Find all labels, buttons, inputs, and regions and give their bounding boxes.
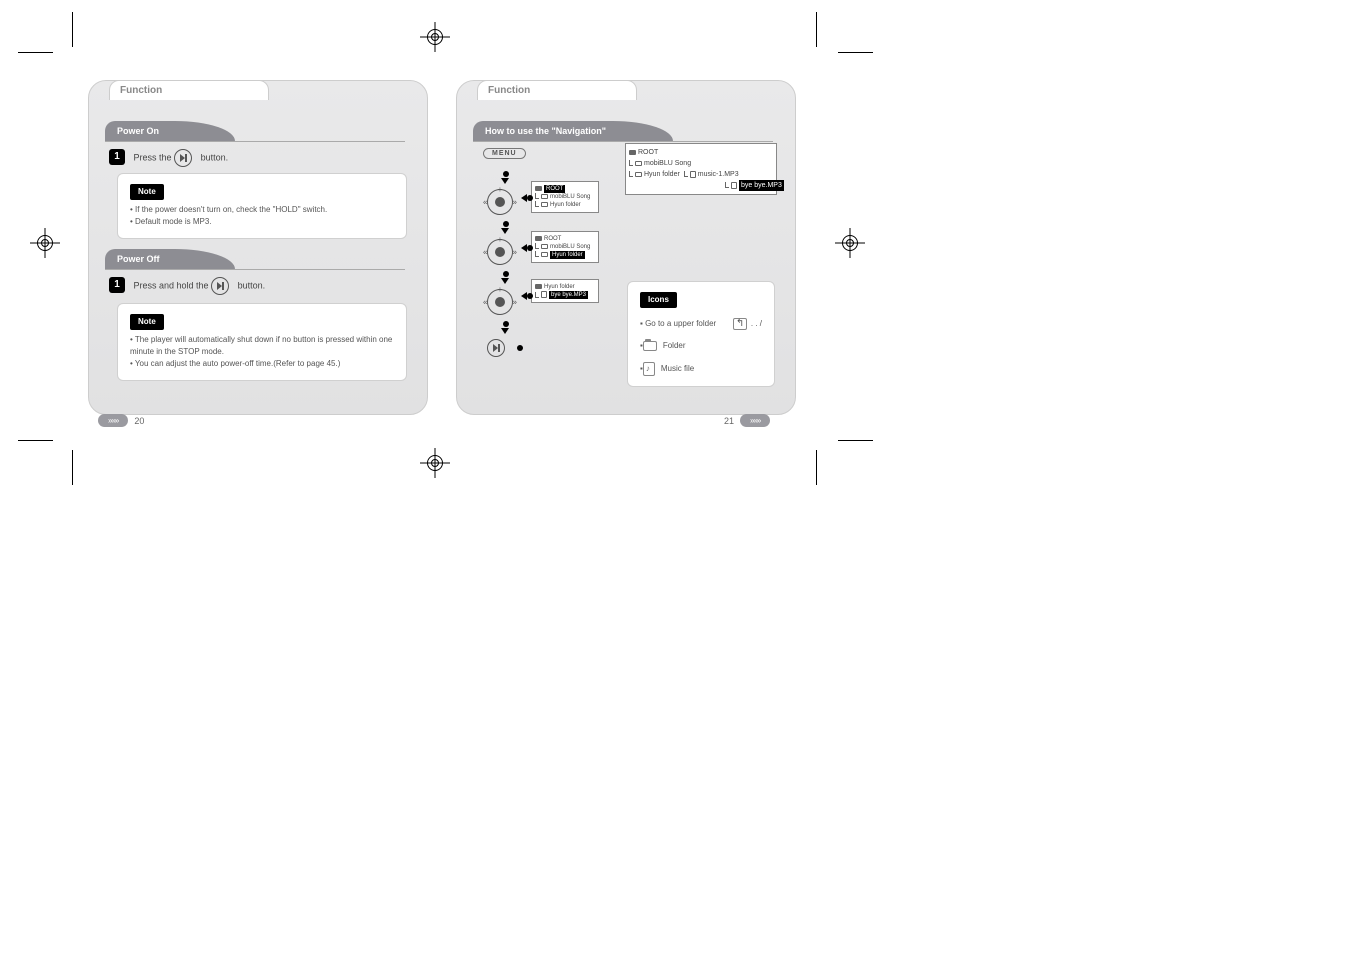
note-box: Note If the power doesn't turn on, check… xyxy=(117,173,407,239)
page-number-right: 21 xyxy=(720,414,770,427)
nav-step-menu: MENU xyxy=(483,147,526,159)
tree-item: Hyun folder xyxy=(550,202,581,208)
crop-mark xyxy=(816,450,817,485)
nav-pad-icon: +−«» xyxy=(485,287,515,317)
flow-dot-icon xyxy=(503,221,509,227)
arrow-left-icon xyxy=(519,193,533,204)
page-card-left: Function Power On 1 Press the button. No… xyxy=(88,80,428,415)
note-label: Note xyxy=(130,184,164,200)
music-file-icon xyxy=(643,362,655,376)
up-folder-icon xyxy=(733,318,747,330)
flow-dot-icon xyxy=(503,271,509,277)
page-number: 21 xyxy=(724,416,734,426)
play-pause-icon xyxy=(487,339,505,357)
legend-row: Music file xyxy=(661,363,694,375)
nav-pad-icon: +−«» xyxy=(485,187,515,217)
play-pause-icon xyxy=(174,149,192,167)
tree-item: bye bye.MP3 xyxy=(739,180,784,191)
page-number: 20 xyxy=(134,416,144,426)
tree-item: music-1.MP3 xyxy=(698,171,739,178)
arrow-left-icon xyxy=(519,243,533,254)
dot-icon xyxy=(517,345,523,351)
page-number-left: 20 xyxy=(98,414,148,427)
tree-item: Hyun folder xyxy=(550,251,585,259)
note-label: Note xyxy=(130,314,164,330)
tree-item: Hyun folder xyxy=(544,284,575,290)
arrow-down-icon xyxy=(501,178,509,184)
note-box: Note The player will automatically shut … xyxy=(117,303,407,381)
arrow-down-icon xyxy=(501,328,509,334)
tree-item: Hyun folder xyxy=(644,171,680,178)
nav-screen-1: ROOT mobiBLU Song Hyun folder xyxy=(531,181,599,213)
note-item: If the power doesn't turn on, check the … xyxy=(130,205,327,214)
tree-item: ROOT xyxy=(638,149,658,156)
tab-function: Function xyxy=(477,80,637,100)
flow-dot-icon xyxy=(503,171,509,177)
register-mark xyxy=(30,228,60,258)
divider xyxy=(105,269,405,270)
arrow-left-icon xyxy=(519,291,533,302)
legend-title: Icons xyxy=(640,292,677,308)
arrow-down-icon xyxy=(501,228,509,234)
nav-screen-3: Hyun folder bye bye.MP3 xyxy=(531,279,599,303)
divider xyxy=(473,141,773,142)
folder-tree: ROOT mobiBLU Song Hyun folder music-1.MP… xyxy=(625,143,777,195)
play-pause-icon xyxy=(211,277,229,295)
divider xyxy=(105,141,405,142)
note-item: You can adjust the auto power-off time.(… xyxy=(130,359,340,368)
page-pill-icon xyxy=(98,414,128,427)
step-text: button. xyxy=(238,280,266,290)
arrow-down-icon xyxy=(501,278,509,284)
up-glyph: . . / xyxy=(751,318,762,330)
crop-mark xyxy=(838,52,873,53)
step-number: 1 xyxy=(109,149,125,165)
tree-item: mobiBLU Song xyxy=(644,160,691,167)
menu-button-icon: MENU xyxy=(483,148,526,159)
crop-mark xyxy=(838,440,873,441)
page-card-right: Function How to use the "Navigation" MEN… xyxy=(456,80,796,415)
step-text: Press and hold the xyxy=(134,280,212,290)
crop-mark xyxy=(18,52,53,53)
page-pill-icon xyxy=(740,414,770,427)
section-power-off: Power Off xyxy=(105,249,235,269)
note-item: Default mode is MP3. xyxy=(130,217,212,226)
tree-item: bye bye.MP3 xyxy=(549,291,588,299)
section-navigation: How to use the "Navigation" xyxy=(473,121,673,141)
legend-row: Folder xyxy=(663,340,686,352)
step-number: 1 xyxy=(109,277,125,293)
legend-row: ▪ Go to a upper folder xyxy=(640,318,716,330)
tree-item: ROOT xyxy=(544,185,565,193)
crop-mark xyxy=(72,450,73,485)
register-mark xyxy=(420,448,450,478)
crop-mark xyxy=(816,12,817,47)
folder-icon xyxy=(643,341,657,351)
step-text: Press the xyxy=(134,152,175,162)
crop-mark xyxy=(18,440,53,441)
tree-item: mobiBLU Song xyxy=(550,244,590,250)
register-mark xyxy=(835,228,865,258)
step-text: button. xyxy=(201,152,229,162)
nav-pad-icon: +−«» xyxy=(485,237,515,267)
nav-screen-2: ROOT mobiBLU Song Hyun folder xyxy=(531,231,599,263)
step-row: 1 Press the button. xyxy=(109,149,228,167)
icons-legend: Icons ▪ Go to a upper folder . . / ▪ Fol… xyxy=(627,281,775,387)
nav-step-play xyxy=(487,339,523,357)
tree-item: ROOT xyxy=(544,236,561,242)
tree-item: mobiBLU Song xyxy=(550,194,590,200)
section-power-on: Power On xyxy=(105,121,235,141)
step-row: 1 Press and hold the button. xyxy=(109,277,265,295)
note-item: The player will automatically shut down … xyxy=(130,335,392,356)
crop-mark xyxy=(72,12,73,47)
tab-function: Function xyxy=(109,80,269,100)
flow-dot-icon xyxy=(503,321,509,327)
register-mark xyxy=(420,22,450,52)
